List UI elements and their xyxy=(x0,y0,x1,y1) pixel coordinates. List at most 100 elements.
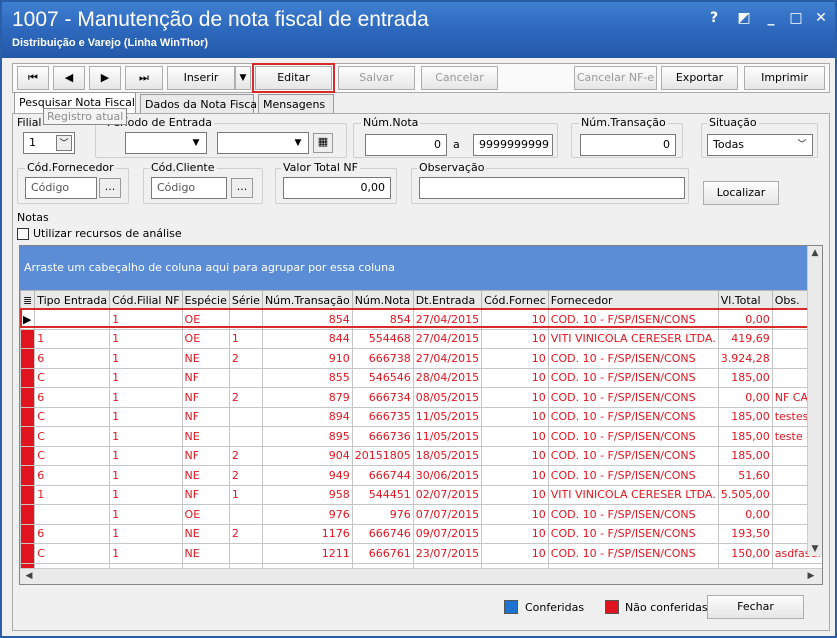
table-cell[interactable]: NF xyxy=(181,387,230,408)
table-cell[interactable]: NE xyxy=(181,523,230,544)
table-cell[interactable]: 2 xyxy=(228,348,263,369)
exportar-button[interactable]: Exportar xyxy=(661,66,738,90)
table-cell[interactable]: 1 xyxy=(109,484,183,505)
table-row[interactable]: 6 1 NE 2 1176 666746 09/07/2015 10 COD. 10 - F/S… xyxy=(20,523,822,544)
inserir-dropdown-button[interactable]: ▼ xyxy=(235,66,251,90)
col-header[interactable]: Núm.Nota xyxy=(351,290,414,310)
table-row[interactable]: C 1 NF 855 546546 28/04/2015 10 COD. 10 - F/SP/… xyxy=(20,367,822,388)
tab-mensagens[interactable]: Mensagens xyxy=(258,94,334,114)
table-cell[interactable]: 2 xyxy=(228,465,263,486)
filial-select[interactable]: 1 ﹀ xyxy=(23,132,75,154)
table-cell[interactable] xyxy=(228,504,263,525)
table-row[interactable]: 6 1 NE 2 949 666744 30/06/2015 10 COD. 10 - F/SP… xyxy=(20,465,822,486)
table-row[interactable]: C 1 NF 894 666735 11/05/2015 10 COD. 10 - F/SP/… xyxy=(20,406,822,427)
table-cell[interactable]: C xyxy=(34,406,111,427)
table-cell[interactable]: 1 xyxy=(109,348,183,369)
restore-layout-button[interactable]: ◩ xyxy=(735,10,753,26)
table-cell[interactable]: 1 xyxy=(34,328,111,349)
periodo-start-date[interactable]: ▼ xyxy=(125,132,207,154)
table-cell[interactable]: 855 xyxy=(261,367,353,388)
table-cell[interactable]: C xyxy=(34,543,111,564)
table-cell[interactable] xyxy=(228,426,263,447)
table-cell[interactable]: 895 xyxy=(261,426,353,447)
codcli-search-button[interactable]: ... xyxy=(231,178,253,198)
table-cell[interactable]: 0,00 xyxy=(717,504,773,525)
scroll-down-icon[interactable]: ▼ xyxy=(808,544,822,554)
table-cell[interactable]: 09/07/2015 xyxy=(412,523,483,544)
imprimir-button[interactable]: Imprimir xyxy=(744,66,825,90)
valortotal-input[interactable]: 0,00 xyxy=(283,177,391,199)
col-header[interactable]: Série xyxy=(228,290,263,310)
table-cell[interactable]: NF xyxy=(181,367,230,388)
table-cell[interactable]: 854 xyxy=(351,309,414,330)
tab-dados-da-nota-fiscal[interactable]: Dados da Nota Fiscal xyxy=(140,94,260,114)
col-header[interactable]: Cód.Filial NF xyxy=(109,290,183,310)
fechar-button[interactable]: Fechar xyxy=(707,595,804,619)
table-cell[interactable]: 5.505,00 xyxy=(717,484,773,505)
maximize-button[interactable]: □ xyxy=(787,10,805,26)
table-cell[interactable]: 10 xyxy=(481,426,549,447)
table-cell[interactable]: 1 xyxy=(109,387,183,408)
salvar-button[interactable]: Salvar xyxy=(338,66,415,90)
table-cell[interactable]: COD. 10 - F/SP/ISEN/CONS xyxy=(547,348,719,369)
table-cell[interactable]: COD. 10 - F/SP/ISEN/CONS xyxy=(547,504,719,525)
table-cell[interactable]: 3.924,28 xyxy=(717,348,773,369)
table-row[interactable]: C 1 NE 1211 666761 23/07/2015 10 COD. 10 - F/SP… xyxy=(20,543,822,564)
table-cell[interactable]: COD. 10 - F/SP/ISEN/CONS xyxy=(547,387,719,408)
codforn-search-button[interactable]: ... xyxy=(99,178,121,198)
table-cell[interactable]: C xyxy=(34,445,111,466)
table-cell[interactable]: 27/04/2015 xyxy=(412,309,483,330)
table-cell[interactable]: 1 xyxy=(109,504,183,525)
table-cell[interactable]: C xyxy=(34,367,111,388)
table-cell[interactable]: NF xyxy=(181,445,230,466)
inserir-button[interactable]: Inserir xyxy=(167,66,235,90)
table-cell[interactable]: 0,00 xyxy=(717,387,773,408)
col-header[interactable]: Vl.Total xyxy=(717,290,773,310)
table-cell[interactable]: 23/07/2015 xyxy=(412,543,483,564)
close-button[interactable]: ✕ xyxy=(812,10,830,26)
table-cell[interactable]: 27/04/2015 xyxy=(412,348,483,369)
table-cell[interactable]: 10 xyxy=(481,445,549,466)
table-cell[interactable] xyxy=(228,367,263,388)
table-cell[interactable]: 666744 xyxy=(351,465,414,486)
table-cell[interactable]: 6 xyxy=(34,348,111,369)
table-cell[interactable]: 666746 xyxy=(351,523,414,544)
table-row[interactable]: C 1 NE 895 666736 11/05/2015 10 COD. 10 - F/SP/… xyxy=(20,426,822,447)
numtrans-input[interactable]: 0 xyxy=(580,134,676,156)
analise-checkbox[interactable] xyxy=(17,228,29,240)
table-cell[interactable]: NF xyxy=(181,406,230,427)
table-cell[interactable]: 150,00 xyxy=(717,543,773,564)
table-cell[interactable]: 51,60 xyxy=(717,465,773,486)
column-chooser-icon[interactable]: ≣ xyxy=(20,290,36,310)
table-cell[interactable]: 1 xyxy=(109,426,183,447)
table-cell[interactable]: 10 xyxy=(481,406,549,427)
table-row[interactable]: ▶ 1 OE 854 854 27/04/2015 10 COD. 10 - F/SP/ISE… xyxy=(20,309,822,330)
table-cell[interactable]: 844 xyxy=(261,328,353,349)
table-cell[interactable]: COD. 10 - F/SP/ISEN/CONS xyxy=(547,445,719,466)
table-cell[interactable]: COD. 10 - F/SP/ISEN/CONS xyxy=(547,367,719,388)
table-cell[interactable]: 854 xyxy=(261,309,353,330)
table-cell[interactable]: C xyxy=(34,426,111,447)
periodo-end-date[interactable]: ▼ xyxy=(217,132,309,154)
table-cell[interactable]: OE xyxy=(181,504,230,525)
table-row[interactable]: 1 1 OE 1 844 554468 27/04/2015 10 VITI VINICOLA … xyxy=(20,328,822,349)
table-cell[interactable]: 1 xyxy=(109,328,183,349)
table-cell[interactable]: COD. 10 - F/SP/ISEN/CONS xyxy=(547,406,719,427)
table-cell[interactable]: NE xyxy=(181,543,230,564)
table-row[interactable]: 6 1 NE 2 910 666738 27/04/2015 10 COD. 10 - F/SP… xyxy=(20,348,822,369)
col-header[interactable]: Espécie xyxy=(181,290,230,310)
editar-button[interactable]: Editar xyxy=(252,63,335,93)
table-cell[interactable]: 666761 xyxy=(351,543,414,564)
table-cell[interactable]: 419,69 xyxy=(717,328,773,349)
table-cell[interactable]: VITI VINICOLA CERESER LTDA. xyxy=(547,484,719,505)
table-cell[interactable] xyxy=(228,543,263,564)
table-cell[interactable]: 666735 xyxy=(351,406,414,427)
table-cell[interactable]: 894 xyxy=(261,406,353,427)
table-cell[interactable]: 2 xyxy=(228,523,263,544)
table-cell[interactable]: NE xyxy=(181,465,230,486)
group-by-panel[interactable]: Arraste um cabeçalho de coluna aqui para… xyxy=(20,246,808,290)
table-cell[interactable]: COD. 10 - F/SP/ISEN/CONS xyxy=(547,465,719,486)
last-record-button[interactable]: ⏭ xyxy=(125,66,163,90)
table-cell[interactable]: 20151805 xyxy=(351,445,414,466)
table-cell[interactable]: 546546 xyxy=(351,367,414,388)
